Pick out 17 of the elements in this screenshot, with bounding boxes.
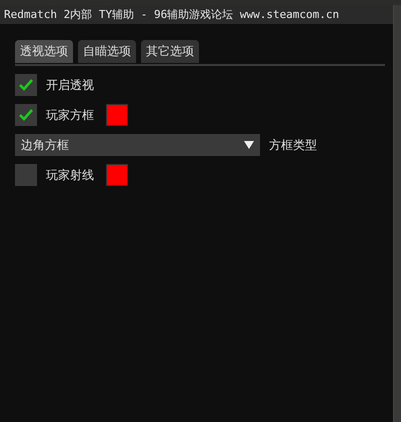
dropdown[interactable]: 边角方框	[15, 134, 260, 156]
checkbox[interactable]	[15, 164, 37, 186]
color-swatch[interactable]	[106, 104, 128, 126]
color-swatch[interactable]	[106, 164, 128, 186]
dropdown-arrow-icon	[244, 141, 254, 149]
check-icon	[18, 78, 34, 92]
checkbox-label: 玩家方框	[46, 106, 94, 124]
tab[interactable]: 自瞄选项	[78, 40, 136, 63]
tab[interactable]: 其它选项	[141, 40, 199, 63]
checkbox[interactable]	[15, 104, 37, 126]
checkbox-label: 开启透视	[46, 76, 94, 94]
checkbox[interactable]	[15, 74, 37, 96]
dropdown-label: 方框类型	[269, 136, 317, 154]
window-title: Redmatch 2内部 TY辅助 - 96辅助游戏论坛 www.steamcom.cn	[0, 5, 393, 24]
checkbox-label: 玩家射线	[46, 166, 94, 184]
check-icon	[18, 108, 34, 122]
tab[interactable]: 透视选项	[15, 40, 73, 63]
